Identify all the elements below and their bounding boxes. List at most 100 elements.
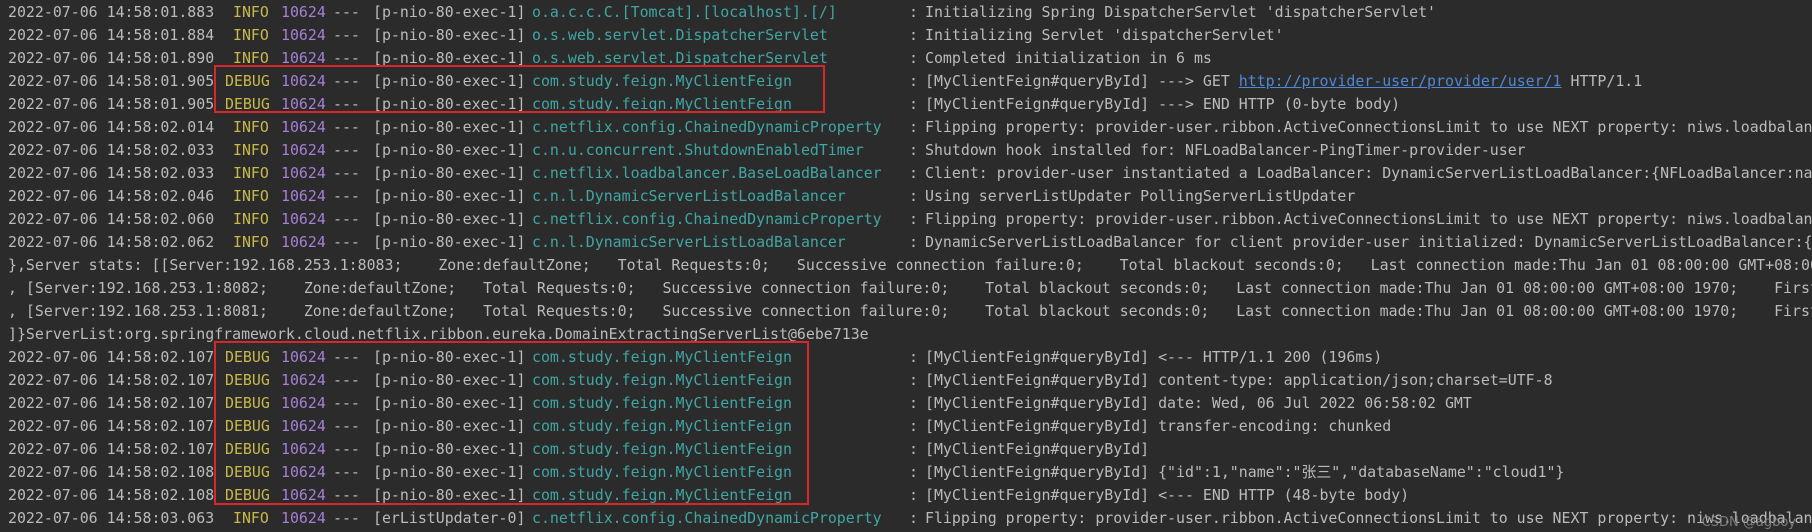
log-level: INFO <box>233 233 269 251</box>
log-colon: : <box>909 26 918 44</box>
log-logger: c.netflix.loadbalancer.BaseLoadBalancer <box>532 164 882 182</box>
log-line: 2022-07-06 14:58:02.107 DEBUG 10624 --- [p-n… <box>0 369 1812 392</box>
log-logger: com.study.feign.MyClientFeign <box>532 95 792 113</box>
log-message: [MyClientFeign#queryById] <--- HTTP/1.1 … <box>925 346 1382 369</box>
log-thread: [p-nio-80-exec-1] <box>373 394 526 412</box>
log-level: DEBUG <box>225 72 270 90</box>
log-message: [MyClientFeign#queryById] date: Wed, 06 … <box>925 392 1472 415</box>
log-colon: : <box>909 394 918 412</box>
log-pid: 10624 <box>281 486 326 504</box>
log-colon: : <box>909 486 918 504</box>
log-message-text: [MyClientFeign#queryById] ---> GET <box>925 72 1239 90</box>
log-thread: [p-nio-80-exec-1] <box>373 440 526 458</box>
log-separator: --- <box>333 417 360 435</box>
log-level: DEBUG <box>225 440 270 458</box>
log-line: 2022-07-06 14:58:02.107 DEBUG 10624 --- [p-n… <box>0 392 1812 415</box>
log-logger: com.study.feign.MyClientFeign <box>532 371 792 389</box>
log-timestamp: 2022-07-06 14:58:01.884 <box>8 26 215 44</box>
log-level: DEBUG <box>225 417 270 435</box>
log-separator: --- <box>333 118 360 136</box>
log-continuation-text: , [Server:192.168.253.1:8081; Zone:defau… <box>8 302 1812 320</box>
log-line: 2022-07-06 14:58:01.884 INFO 10624 --- [p-ni… <box>0 24 1812 47</box>
log-timestamp: 2022-07-06 14:58:02.014 <box>8 118 215 136</box>
log-message-text: [MyClientFeign#queryById] ---> END HTTP … <box>925 95 1401 113</box>
log-message: Shutdown hook installed for: NFLoadBalan… <box>925 139 1526 162</box>
log-thread: [p-nio-80-exec-1] <box>373 348 526 366</box>
log-pid: 10624 <box>281 72 326 90</box>
log-separator: --- <box>333 348 360 366</box>
console-output[interactable]: 2022-07-06 14:58:01.883 INFO 10624 --- [p-ni… <box>0 0 1812 532</box>
log-level: INFO <box>233 141 269 159</box>
log-thread: [p-nio-80-exec-1] <box>373 417 526 435</box>
log-message-suffix: HTTP/1.1 <box>1561 72 1643 90</box>
log-thread: [p-nio-80-exec-1] <box>373 118 526 136</box>
log-message-text: Completed initialization in 6 ms <box>925 49 1212 67</box>
log-continuation-line: },Server stats: [[Server:192.168.253.1:8… <box>0 254 1812 277</box>
log-thread: [p-nio-80-exec-1] <box>373 486 526 504</box>
log-message: [MyClientFeign#queryById] {"id":1,"name"… <box>925 461 1564 484</box>
log-pid: 10624 <box>281 463 326 481</box>
log-separator: --- <box>333 187 360 205</box>
log-line: 2022-07-06 14:58:01.905 DEBUG 10624 --- [p-n… <box>0 70 1812 93</box>
log-pid: 10624 <box>281 417 326 435</box>
log-thread: [p-nio-80-exec-1] <box>373 141 526 159</box>
log-level: DEBUG <box>225 348 270 366</box>
log-separator: --- <box>333 3 360 21</box>
log-thread: [p-nio-80-exec-1] <box>373 3 526 21</box>
log-continuation-text: , [Server:192.168.253.1:8082; Zone:defau… <box>8 279 1812 297</box>
log-timestamp: 2022-07-06 14:58:02.107 <box>8 417 215 435</box>
log-separator: --- <box>333 210 360 228</box>
log-message: [MyClientFeign#queryById] content-type: … <box>925 369 1553 392</box>
log-colon: : <box>909 187 918 205</box>
log-thread: [p-nio-80-exec-1] <box>373 72 526 90</box>
log-line: 2022-07-06 14:58:02.107 DEBUG 10624 --- [p-n… <box>0 438 1812 461</box>
log-logger: com.study.feign.MyClientFeign <box>532 348 792 366</box>
log-timestamp: 2022-07-06 14:58:03.063 <box>8 509 215 527</box>
log-timestamp: 2022-07-06 14:58:02.046 <box>8 187 215 205</box>
log-separator: --- <box>333 486 360 504</box>
log-line: 2022-07-06 14:58:02.062 INFO 10624 --- [p-ni… <box>0 231 1812 254</box>
log-timestamp: 2022-07-06 14:58:02.107 <box>8 371 215 389</box>
log-continuation-text: ]}ServerList:org.springframework.cloud.n… <box>8 325 869 343</box>
log-pid: 10624 <box>281 233 326 251</box>
log-timestamp: 2022-07-06 14:58:02.062 <box>8 233 215 251</box>
log-line: 2022-07-06 14:58:02.060 INFO 10624 --- [p-ni… <box>0 208 1812 231</box>
log-timestamp: 2022-07-06 14:58:02.107 <box>8 348 215 366</box>
log-colon: : <box>909 509 918 527</box>
log-logger: o.s.web.servlet.DispatcherServlet <box>532 26 828 44</box>
log-pid: 10624 <box>281 187 326 205</box>
log-url-link[interactable]: http://provider-user/provider/user/1 <box>1239 72 1562 90</box>
log-timestamp: 2022-07-06 14:58:02.033 <box>8 141 215 159</box>
log-timestamp: 2022-07-06 14:58:01.905 <box>8 72 215 90</box>
log-line: 2022-07-06 14:58:02.107 DEBUG 10624 --- [p-n… <box>0 346 1812 369</box>
log-message-text: Initializing Spring DispatcherServlet 'd… <box>925 3 1437 21</box>
log-line: 2022-07-06 14:58:02.033 INFO 10624 --- [p-ni… <box>0 139 1812 162</box>
log-pid: 10624 <box>281 118 326 136</box>
log-logger: com.study.feign.MyClientFeign <box>532 394 792 412</box>
log-message: Initializing Spring DispatcherServlet 'd… <box>925 1 1436 24</box>
log-pid: 10624 <box>281 440 326 458</box>
log-line: 2022-07-06 14:58:02.108 DEBUG 10624 --- [p-n… <box>0 461 1812 484</box>
log-message: Flipping property: provider-user.ribbon.… <box>925 208 1812 231</box>
log-pid: 10624 <box>281 164 326 182</box>
log-pid: 10624 <box>281 49 326 67</box>
log-message-text: Flipping property: provider-user.ribbon.… <box>925 118 1812 136</box>
log-message-text: Client: provider-user instantiated a Loa… <box>925 164 1812 182</box>
log-message-text: [MyClientFeign#queryById] {"id":1,"name"… <box>925 463 1565 481</box>
log-message: [MyClientFeign#queryById] ---> END HTTP … <box>925 93 1400 116</box>
log-logger: c.netflix.config.ChainedDynamicProperty <box>532 509 882 527</box>
log-pid: 10624 <box>281 210 326 228</box>
log-colon: : <box>909 164 918 182</box>
log-colon: : <box>909 417 918 435</box>
log-separator: --- <box>333 49 360 67</box>
log-colon: : <box>909 440 918 458</box>
log-continuation-line: , [Server:192.168.253.1:8081; Zone:defau… <box>0 300 1812 323</box>
log-colon: : <box>909 3 918 21</box>
log-level: INFO <box>233 187 269 205</box>
log-level: DEBUG <box>225 394 270 412</box>
log-timestamp: 2022-07-06 14:58:01.905 <box>8 95 215 113</box>
log-message: [MyClientFeign#queryById] transfer-encod… <box>925 415 1391 438</box>
log-message: [MyClientFeign#queryById] <box>925 438 1149 461</box>
log-timestamp: 2022-07-06 14:58:02.108 <box>8 486 215 504</box>
log-pid: 10624 <box>281 348 326 366</box>
